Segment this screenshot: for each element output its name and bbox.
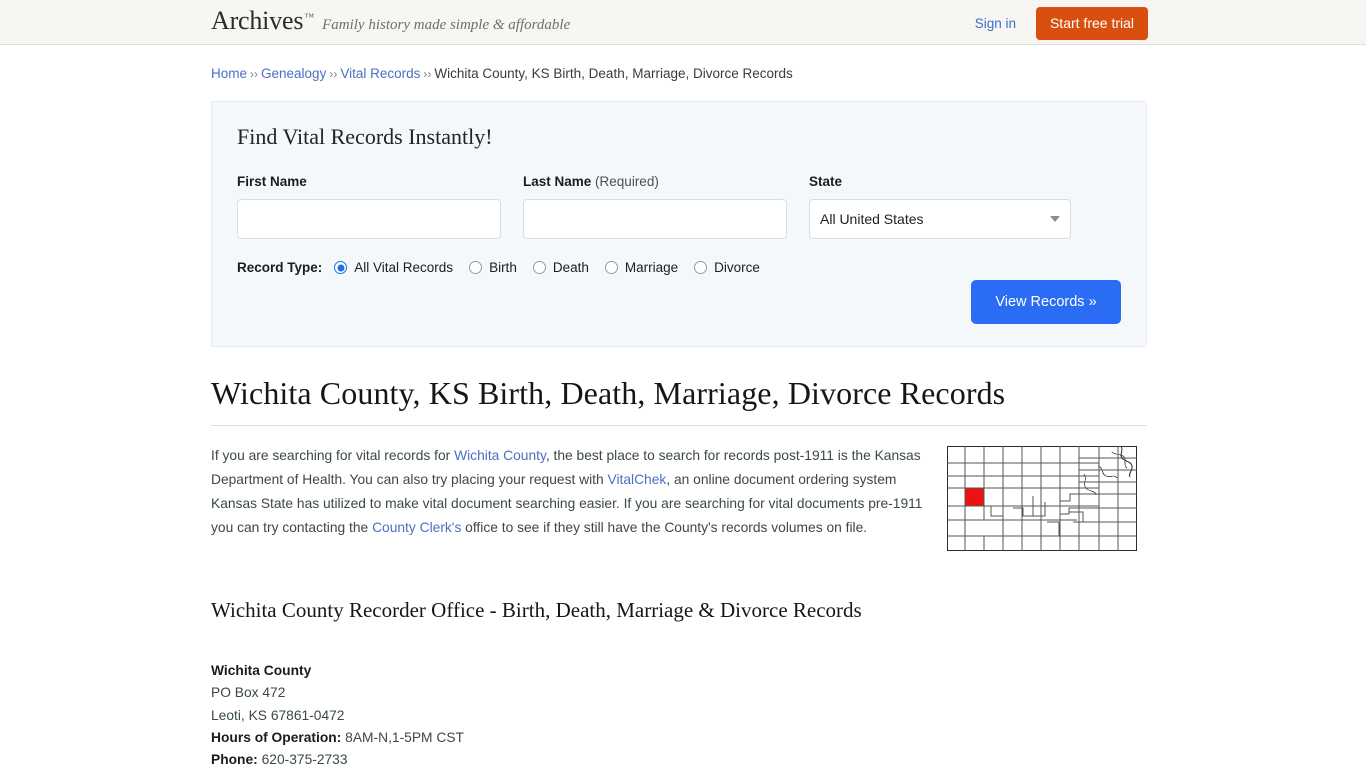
content-container: Home ›› Genealogy ›› Vital Records ›› Wichita … <box>211 45 1147 768</box>
header-actions: Sign in Start free trial <box>975 7 1148 40</box>
last-name-input[interactable] <box>523 199 787 239</box>
record-type-option-birth[interactable]: Birth <box>469 260 517 275</box>
office-hours-value: 8AM-N,1-5PM CST <box>345 729 464 745</box>
intro-text-4: office to see if they still have the Cou… <box>461 520 868 535</box>
intro-paragraph: If you are searching for vital records f… <box>211 444 933 540</box>
page-body: Home ›› Genealogy ›› Vital Records ›› Wichita … <box>0 45 1366 768</box>
record-type-option-all-vital-records[interactable]: All Vital Records <box>334 260 453 275</box>
breadcrumb: Home ›› Genealogy ›› Vital Records ›› Wichita … <box>211 45 1147 83</box>
view-records-button[interactable]: View Records » <box>971 280 1121 324</box>
office-contact-block: Wichita County PO Box 472 Leoti, KS 6786… <box>211 660 1147 768</box>
office-hours-label: Hours of Operation: <box>211 729 342 745</box>
record-type-label: Record Type: <box>237 260 323 275</box>
record-type-option-label: Death <box>552 260 589 275</box>
vitalchek-link[interactable]: VitalChek <box>608 472 667 487</box>
last-name-field-group: Last Name (Required) <box>523 174 787 239</box>
brand-name: Archives <box>211 6 304 35</box>
last-name-label: Last Name (Required) <box>523 174 787 190</box>
state-field-group: State All United States <box>809 174 1071 239</box>
trademark-icon: ™ <box>304 12 315 23</box>
kansas-map-icon <box>947 446 1137 551</box>
page-title: Wichita County, KS Birth, Death, Marriag… <box>211 375 1006 411</box>
search-panel-title: Find Vital Records Instantly! <box>237 124 493 149</box>
vital-records-search-panel: Find Vital Records Instantly! First Name… <box>211 101 1147 347</box>
brand-tagline: Family history made simple & affordable <box>322 17 571 33</box>
site-header: Archives ™ Family history made simple & … <box>0 0 1366 45</box>
intro-text-1: If you are searching for vital records f… <box>211 448 455 463</box>
record-type-option-marriage[interactable]: Marriage <box>604 260 679 275</box>
office-name: Wichita County <box>211 660 1147 682</box>
breadcrumb-item-current: Wichita County, KS Birth, Death, Marriag… <box>434 66 793 81</box>
state-select[interactable]: All United States <box>809 199 1071 239</box>
office-address-line-1: PO Box 472 <box>211 685 286 701</box>
breadcrumb-separator: ›› <box>329 67 338 81</box>
state-label-text: State <box>809 174 843 189</box>
last-name-required-note: (Required) <box>595 174 659 189</box>
office-phone-label: Phone: <box>211 752 258 768</box>
radio-icon <box>694 261 708 274</box>
last-name-label-text: Last Name <box>523 174 592 189</box>
breadcrumb-item-genealogy[interactable]: Genealogy <box>261 66 326 81</box>
record-type-option-label: Divorce <box>714 260 760 275</box>
submit-row: View Records » <box>971 280 1121 324</box>
office-name-text: Wichita County <box>211 663 312 678</box>
header-inner: Archives ™ Family history made simple & … <box>0 0 1366 44</box>
record-type-option-label: Birth <box>489 260 517 275</box>
site-logo[interactable]: Archives ™ Family history made simple & … <box>211 8 570 34</box>
office-phone: Phone: 620-375-2733 <box>211 749 1147 768</box>
heading-divider <box>211 425 1147 426</box>
record-type-row: Record Type: All Vital Records Birth Dea… <box>237 260 1121 275</box>
radio-icon <box>604 261 618 274</box>
recorder-office-heading: Wichita County Recorder Office - Birth, … <box>211 598 862 622</box>
search-fields-row: First Name Last Name (Required) State Al… <box>237 174 1121 239</box>
breadcrumb-separator: ›› <box>423 67 432 81</box>
state-select-wrap: All United States <box>809 199 1071 239</box>
kansas-county-map <box>947 444 1147 552</box>
radio-icon <box>334 261 348 274</box>
sign-in-link[interactable]: Sign in <box>975 16 1016 32</box>
office-phone-value: 620-375-2733 <box>261 752 348 768</box>
start-free-trial-button[interactable]: Start free trial <box>1035 7 1148 40</box>
office-address-line-2: Leoti, KS 67861-0472 <box>211 707 345 723</box>
intro-section: If you are searching for vital records f… <box>211 444 1147 552</box>
state-label: State <box>809 174 1071 190</box>
first-name-label: First Name <box>237 174 501 190</box>
record-type-option-label: All Vital Records <box>354 260 454 275</box>
first-name-label-text: First Name <box>237 174 307 189</box>
record-type-option-label: Marriage <box>624 260 679 275</box>
county-clerk-link[interactable]: County Clerk's <box>372 520 461 535</box>
breadcrumb-item-home[interactable]: Home <box>211 66 247 81</box>
radio-icon <box>469 261 483 274</box>
state-select-value: All United States <box>820 211 924 227</box>
first-name-input[interactable] <box>237 199 501 239</box>
breadcrumb-separator: ›› <box>250 67 259 81</box>
radio-icon <box>532 261 546 274</box>
first-name-field-group: First Name <box>237 174 501 239</box>
breadcrumb-item-vital-records[interactable]: Vital Records <box>340 66 420 81</box>
record-type-option-divorce[interactable]: Divorce <box>694 260 760 275</box>
record-type-option-death[interactable]: Death <box>532 260 589 275</box>
office-hours: Hours of Operation: 8AM-N,1-5PM CST <box>211 727 1147 749</box>
wichita-county-link[interactable]: Wichita County <box>454 448 546 463</box>
